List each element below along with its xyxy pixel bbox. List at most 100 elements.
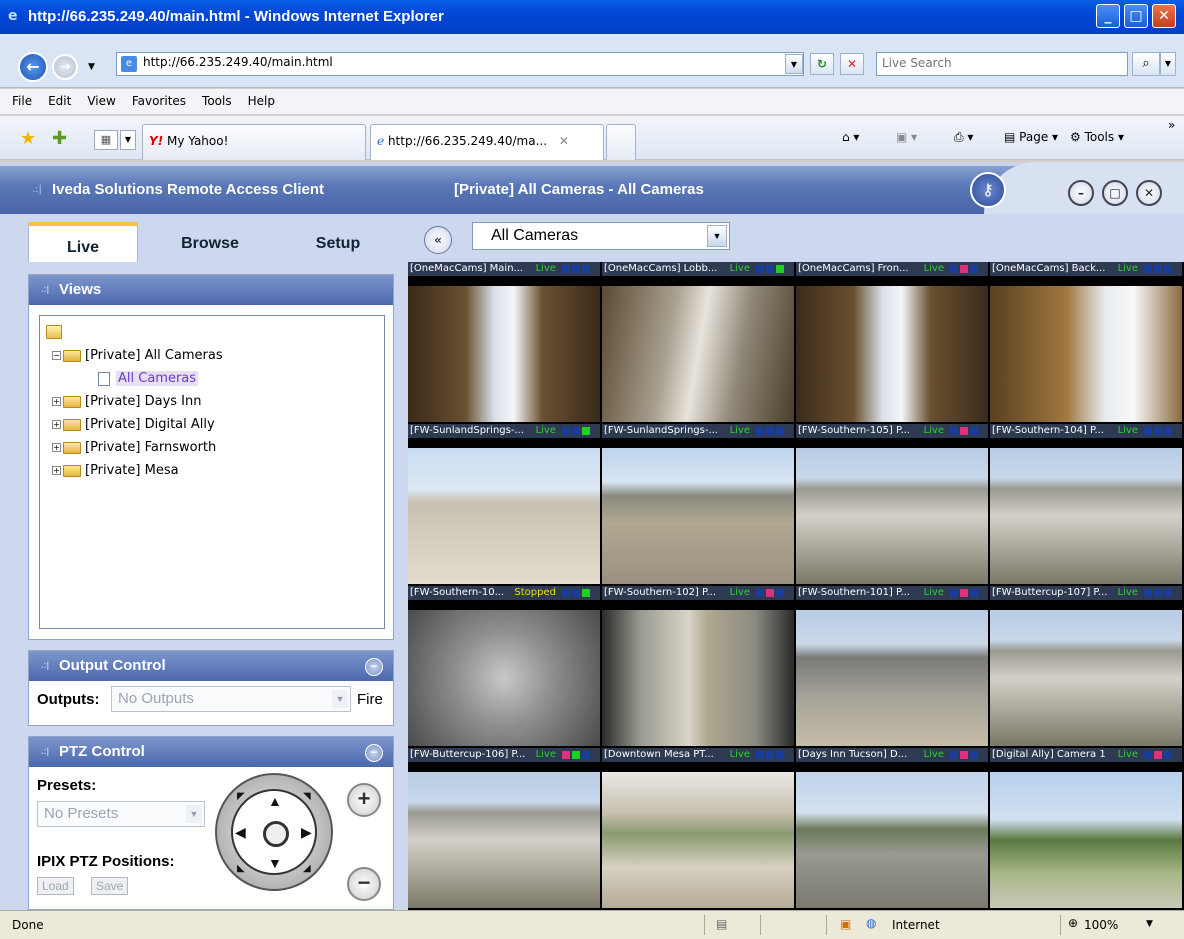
- pan-right-button[interactable]: ▶: [301, 824, 312, 841]
- outputs-select[interactable]: No Outputs ▼: [111, 686, 351, 712]
- menu-view[interactable]: View: [79, 89, 123, 108]
- save-button[interactable]: Save: [91, 877, 129, 895]
- zoom-in-button[interactable]: +: [347, 783, 381, 817]
- camera-tile[interactable]: [OneMacCams] Lobb... Live: [602, 262, 794, 422]
- pan-down-left-button[interactable]: ◣: [237, 863, 245, 874]
- zoom-level[interactable]: 100%: [1084, 918, 1118, 932]
- camera-video-feed[interactable]: [408, 610, 600, 746]
- pan-up-button[interactable]: ▲: [268, 793, 282, 809]
- close-tab-icon[interactable]: ✕: [559, 134, 569, 148]
- collapse-icon[interactable]: −: [52, 351, 61, 360]
- camera-tile[interactable]: [OneMacCams] Main... Live: [408, 262, 600, 422]
- camera-video-feed[interactable]: [602, 286, 794, 422]
- address-field[interactable]: e: [116, 52, 804, 76]
- camera-tile[interactable]: [FW-Buttercup-107] P... Live: [990, 586, 1182, 746]
- camera-video-feed[interactable]: [796, 448, 988, 584]
- print-icon[interactable]: ⎙ ▾: [954, 130, 973, 145]
- menu-file[interactable]: File: [0, 89, 40, 108]
- pan-down-right-button[interactable]: ◢: [303, 863, 311, 874]
- search-icon[interactable]: ⌕: [1132, 52, 1160, 76]
- close-window-button[interactable]: ✕: [1152, 4, 1176, 28]
- tree-node-days-inn[interactable]: + [Private] Days Inn: [52, 394, 202, 409]
- camera-tile[interactable]: [FW-Southern-104] P... Live: [990, 424, 1182, 584]
- forward-button[interactable]: →: [52, 54, 78, 80]
- camera-tile[interactable]: [FW-Southern-101] P... Live: [796, 586, 988, 746]
- camera-video-feed[interactable]: [602, 610, 794, 746]
- feeds-icon[interactable]: ▣ ▾: [896, 130, 917, 144]
- presets-select[interactable]: No Presets ▼: [37, 801, 205, 827]
- zoom-dropdown-icon[interactable]: ▼: [1146, 919, 1153, 929]
- url-input[interactable]: [143, 55, 783, 69]
- collapse-panel-button[interactable]: −: [365, 744, 383, 762]
- tree-node-digital-ally[interactable]: + [Private] Digital Ally: [52, 417, 215, 432]
- tools-menu[interactable]: ⚙ Tools ▾: [1070, 130, 1124, 144]
- pan-left-button[interactable]: ◀: [235, 824, 246, 841]
- new-tab-button[interactable]: [606, 124, 636, 160]
- search-input[interactable]: [882, 56, 1122, 70]
- add-favorite-icon[interactable]: ✚: [52, 128, 67, 149]
- camera-tile[interactable]: [OneMacCams] Fron... Live: [796, 262, 988, 422]
- camera-tile[interactable]: [FW-Southern-105] P... Live: [796, 424, 988, 584]
- pan-down-button[interactable]: ▼: [268, 855, 282, 871]
- camera-video-feed[interactable]: [990, 610, 1182, 746]
- maximize-button[interactable]: □: [1124, 4, 1148, 28]
- expand-icon[interactable]: +: [52, 466, 61, 475]
- search-field[interactable]: [876, 52, 1128, 76]
- camera-tile[interactable]: [FW-Southern-10... Stopped: [408, 586, 600, 746]
- quick-tabs-icon[interactable]: ▦: [94, 130, 118, 150]
- refresh-button[interactable]: ↻: [810, 53, 834, 75]
- camera-video-feed[interactable]: [602, 448, 794, 584]
- camera-video-feed[interactable]: [408, 286, 600, 422]
- camera-video-feed[interactable]: [990, 448, 1182, 584]
- history-dropdown-icon[interactable]: ▼: [88, 62, 95, 72]
- minimize-button[interactable]: _: [1096, 4, 1120, 28]
- expand-icon[interactable]: +: [52, 420, 61, 429]
- stop-button[interactable]: ✕: [840, 53, 864, 75]
- camera-video-feed[interactable]: [796, 772, 988, 908]
- camera-tile[interactable]: [FW-SunlandSprings-... Live: [602, 424, 794, 584]
- camera-tile[interactable]: [FW-Southern-102] P... Live: [602, 586, 794, 746]
- page-menu[interactable]: ▤ Page ▾: [1004, 130, 1058, 144]
- camera-tile[interactable]: [Digital Ally] Camera 1 Live: [990, 748, 1182, 908]
- app-minimize-button[interactable]: –: [1068, 180, 1094, 206]
- search-options-dropdown[interactable]: ▼: [1160, 52, 1176, 76]
- toolbar-overflow-icon[interactable]: »: [1168, 118, 1175, 132]
- menu-help[interactable]: Help: [240, 89, 283, 108]
- tab-live[interactable]: Live: [28, 222, 138, 262]
- camera-video-feed[interactable]: [408, 772, 600, 908]
- menu-tools[interactable]: Tools: [194, 89, 240, 108]
- url-dropdown-button[interactable]: ▼: [785, 54, 803, 74]
- camera-video-feed[interactable]: [990, 772, 1182, 908]
- camera-video-feed[interactable]: [602, 772, 794, 908]
- menu-favorites[interactable]: Favorites: [124, 89, 194, 108]
- tab-main[interactable]: ℯ http://66.235.249.40/ma... ✕: [370, 124, 604, 160]
- collapse-panel-button[interactable]: −: [365, 658, 383, 676]
- tree-node-farnsworth[interactable]: + [Private] Farnsworth: [52, 440, 216, 455]
- pan-up-right-button[interactable]: ◥: [303, 791, 311, 802]
- app-maximize-button[interactable]: □: [1102, 180, 1128, 206]
- camera-video-feed[interactable]: [796, 286, 988, 422]
- camera-tile[interactable]: [Days Inn Tucson] D... Live: [796, 748, 988, 908]
- key-icon[interactable]: ⚷: [970, 172, 1006, 208]
- tree-node-all-cameras[interactable]: All Cameras: [98, 371, 199, 386]
- back-button[interactable]: ←: [18, 52, 48, 82]
- menu-edit[interactable]: Edit: [40, 89, 79, 108]
- load-button[interactable]: Load: [37, 877, 74, 895]
- camera-tile[interactable]: [OneMacCams] Back... Live: [990, 262, 1182, 422]
- tree-node-mesa[interactable]: + [Private] Mesa: [52, 463, 179, 478]
- app-close-button[interactable]: ✕: [1136, 180, 1162, 206]
- camera-tile[interactable]: [Downtown Mesa PT... Live: [602, 748, 794, 908]
- fire-button[interactable]: Fire: [357, 691, 383, 708]
- favorites-star-icon[interactable]: ★: [20, 128, 36, 149]
- tab-list-dropdown[interactable]: ▼: [120, 130, 136, 150]
- camera-tile[interactable]: [FW-SunlandSprings-... Live: [408, 424, 600, 584]
- root-node-icon[interactable]: [46, 324, 66, 339]
- tab-setup[interactable]: Setup: [288, 222, 388, 262]
- tab-my-yahoo[interactable]: Y! My Yahoo!: [142, 124, 366, 160]
- expand-icon[interactable]: +: [52, 397, 61, 406]
- home-icon[interactable]: ⌂ ▾: [842, 130, 859, 144]
- camera-video-feed[interactable]: [990, 286, 1182, 422]
- expand-icon[interactable]: +: [52, 443, 61, 452]
- camera-video-feed[interactable]: [408, 448, 600, 584]
- camera-view-select[interactable]: All Cameras ▼: [472, 222, 730, 250]
